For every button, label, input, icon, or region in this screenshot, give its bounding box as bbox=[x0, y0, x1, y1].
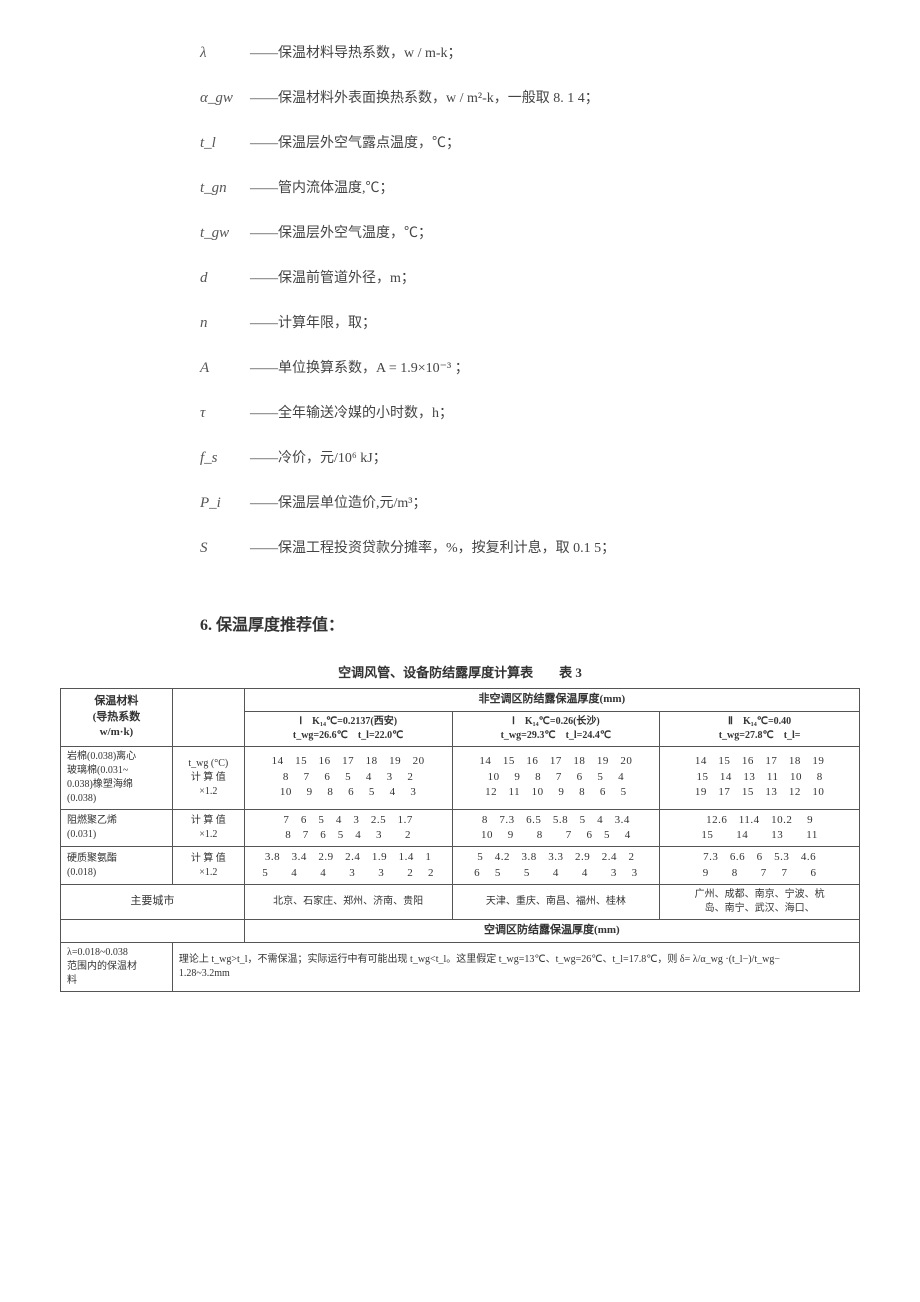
foot-text: 理论上 t_wg>t_l，不需保温；实际运行中有可能出现 t_wg<t_l。这里… bbox=[179, 953, 855, 967]
c3: 14 15 16 17 18 1915 14 13 11 10 819 17 1… bbox=[660, 746, 860, 809]
section-heading: 6. 保温厚度推荐值： bbox=[200, 612, 860, 641]
blank bbox=[61, 920, 245, 942]
desc: ——冷价，元/10⁶ kJ； bbox=[250, 446, 387, 471]
sym: n bbox=[200, 310, 250, 337]
l: 19 17 15 13 12 10 bbox=[664, 785, 855, 800]
h-col3: Ⅱ K₁₄℃=0.40 t_wg=27.8℃ t_l= bbox=[660, 711, 860, 746]
def-alpha-gw: α_gw——保温材料外表面换热系数，w / m²-k，一般取 8. 1 4； bbox=[200, 85, 860, 112]
l: 8 7 6 5 4 3 2 bbox=[249, 770, 448, 785]
def-Pi: P_i——保温层单位造价,元/m³； bbox=[200, 490, 860, 517]
def-fs: f_s——冷价，元/10⁶ kJ； bbox=[200, 445, 860, 472]
l: 15 14 13 11 10 8 bbox=[664, 770, 855, 785]
def-n: n——计算年限，取； bbox=[200, 310, 860, 337]
def-d: d——保温前管道外径，m； bbox=[200, 265, 860, 292]
desc: ——保温材料外表面换热系数，w / m²-k，一般取 8. 1 4； bbox=[250, 86, 599, 111]
table-row: 硬质聚氨酯 (0.018) 计 算 值 ×1.2 3.8 3.4 2.9 2.4… bbox=[61, 847, 860, 885]
l: 10 9 8 7 6 5 4 bbox=[457, 828, 656, 843]
desc: ——保温材料导热系数，w / m-k； bbox=[250, 41, 462, 66]
l: 5 4 4 3 3 2 2 bbox=[249, 866, 448, 881]
l: 10 9 8 6 5 4 3 bbox=[249, 785, 448, 800]
sym: P_i bbox=[200, 490, 250, 517]
h-col2: Ⅰ K₁₄℃=0.26(长沙) t_wg=29.3℃ t_l=24.4℃ bbox=[452, 711, 660, 746]
l: 3.8 3.4 2.9 2.4 1.9 1.4 1 bbox=[249, 850, 448, 865]
sym: S bbox=[200, 535, 250, 562]
table-row: 岩棉(0.038)离心 玻璃棉(0.031~ 0.038)橡塑海绵 (0.038… bbox=[61, 746, 860, 809]
def-S: S——保温工程投资贷款分摊率，%，按复利计息，取 0.1 5； bbox=[200, 535, 860, 562]
desc: ——全年输送冷媒的小时数，h； bbox=[250, 401, 453, 426]
label: t_wg (°C) 计 算 值 ×1.2 bbox=[172, 746, 244, 809]
foot-cell: 理论上 t_wg>t_l，不需保温；实际运行中有可能出现 t_wg<t_l。这里… bbox=[172, 942, 859, 991]
foot-mat: λ=0.018~0.038 范围内的保温材 料 bbox=[61, 942, 173, 991]
mat: 硬质聚氨酯 (0.018) bbox=[61, 847, 173, 885]
mat: 岩棉(0.038)离心 玻璃棉(0.031~ 0.038)橡塑海绵 (0.038… bbox=[61, 746, 173, 809]
table-title: 空调风管、设备防结露厚度计算表 表 3 bbox=[60, 661, 860, 684]
sym: f_s bbox=[200, 445, 250, 472]
c2: 8 7.3 6.5 5.8 5 4 3.410 9 8 7 6 5 4 bbox=[452, 809, 660, 847]
label: 计 算 值 ×1.2 bbox=[172, 809, 244, 847]
desc: ——保温层外空气露点温度，℃； bbox=[250, 131, 460, 156]
sym: τ bbox=[200, 400, 250, 427]
def-tau: τ——全年输送冷媒的小时数，h； bbox=[200, 400, 860, 427]
def-tgn: t_gn——管内流体温度,℃； bbox=[200, 175, 860, 202]
l: 8 7 6 5 4 3 2 bbox=[249, 828, 448, 843]
table-row: λ=0.018~0.038 范围内的保温材 料 理论上 t_wg>t_l，不需保… bbox=[61, 942, 860, 991]
c3: 7.3 6.6 6 5.3 4.69 8 7 7 6 bbox=[660, 847, 860, 885]
l: 5 4.2 3.8 3.3 2.9 2.4 2 bbox=[457, 850, 656, 865]
mat: 阻燃聚乙烯 (0.031) bbox=[61, 809, 173, 847]
h-nonac: 非空调区防结露保温厚度(mm) bbox=[244, 689, 859, 711]
l: 6 5 5 4 4 3 3 bbox=[457, 866, 656, 881]
cities-label: 主要城市 bbox=[61, 885, 245, 920]
table-row: 空调区防结露保温厚度(mm) bbox=[61, 920, 860, 942]
def-lambda: λ——保温材料导热系数，w / m-k； bbox=[200, 40, 860, 67]
l: 12 11 10 9 8 6 5 bbox=[457, 785, 656, 800]
h-blank bbox=[172, 689, 244, 746]
sym: A bbox=[200, 355, 250, 382]
symbol-definitions: λ——保温材料导热系数，w / m-k； α_gw——保温材料外表面换热系数，w… bbox=[200, 40, 860, 562]
def-tgw: t_gw——保温层外空气温度，℃； bbox=[200, 220, 860, 247]
l: 7.3 6.6 6 5.3 4.6 bbox=[664, 850, 855, 865]
table-row: 主要城市 北京、石家庄、郑州、济南、贵阳 天津、重庆、南昌、福州、桂林 广州、成… bbox=[61, 885, 860, 920]
c1: 7 6 5 4 3 2.5 1.78 7 6 5 4 3 2 bbox=[244, 809, 452, 847]
c3: 12.6 11.4 10.2 9 15 14 13 11 bbox=[660, 809, 860, 847]
l: 14 15 16 17 18 19 20 bbox=[249, 754, 448, 769]
desc: ——管内流体温度,℃； bbox=[250, 176, 394, 201]
cities-3: 广州、成都、南京、宁波、杭 岛、南宁、武汉、海口、 bbox=[660, 885, 860, 920]
sym: d bbox=[200, 265, 250, 292]
def-A: A——单位换算系数，A = 1.9×10⁻³ ； bbox=[200, 355, 860, 382]
l: 9 8 7 7 6 bbox=[664, 866, 855, 881]
l: 15 14 13 11 bbox=[664, 828, 855, 843]
def-tl: t_l——保温层外空气露点温度，℃； bbox=[200, 130, 860, 157]
c1: 14 15 16 17 18 19 208 7 6 5 4 3 210 9 8 … bbox=[244, 746, 452, 809]
h-material: 保温材料 (导热系数 w/m·k) bbox=[61, 689, 173, 746]
c2: 14 15 16 17 18 19 2010 9 8 7 6 5 412 11 … bbox=[452, 746, 660, 809]
c1: 3.8 3.4 2.9 2.4 1.9 1.4 15 4 4 3 3 2 2 bbox=[244, 847, 452, 885]
l: 7 6 5 4 3 2.5 1.7 bbox=[249, 813, 448, 828]
desc: ——保温前管道外径，m； bbox=[250, 266, 415, 291]
label: 计 算 值 ×1.2 bbox=[172, 847, 244, 885]
sym: t_gn bbox=[200, 175, 250, 202]
insulation-table: 保温材料 (导热系数 w/m·k) 非空调区防结露保温厚度(mm) Ⅰ K₁₄℃… bbox=[60, 688, 860, 991]
desc: ——单位换算系数，A = 1.9×10⁻³ ； bbox=[250, 356, 469, 381]
cities-1: 北京、石家庄、郑州、济南、贵阳 bbox=[244, 885, 452, 920]
l: 10 9 8 7 6 5 4 bbox=[457, 770, 656, 785]
sym: t_gw bbox=[200, 220, 250, 247]
h-ac: 空调区防结露保温厚度(mm) bbox=[244, 920, 859, 942]
table-row: 保温材料 (导热系数 w/m·k) 非空调区防结露保温厚度(mm) bbox=[61, 689, 860, 711]
l: 14 15 16 17 18 19 20 bbox=[457, 754, 656, 769]
desc: ——保温层外空气温度，℃； bbox=[250, 221, 432, 246]
sym: α_gw bbox=[200, 85, 250, 112]
h-col1: Ⅰ K₁₄℃=0.2137(西安) t_wg=26.6℃ t_l=22.0℃ bbox=[244, 711, 452, 746]
foot-val: 1.28~3.2mm bbox=[179, 967, 855, 981]
cities-2: 天津、重庆、南昌、福州、桂林 bbox=[452, 885, 660, 920]
l: 8 7.3 6.5 5.8 5 4 3.4 bbox=[457, 813, 656, 828]
desc: ——保温工程投资贷款分摊率，%，按复利计息，取 0.1 5； bbox=[250, 536, 615, 561]
c2: 5 4.2 3.8 3.3 2.9 2.4 26 5 5 4 4 3 3 bbox=[452, 847, 660, 885]
l: 12.6 11.4 10.2 9 bbox=[664, 813, 855, 828]
desc: ——计算年限，取； bbox=[250, 311, 376, 336]
desc: ——保温层单位造价,元/m³； bbox=[250, 491, 426, 516]
sym: λ bbox=[200, 40, 250, 67]
sym: t_l bbox=[200, 130, 250, 157]
l: 14 15 16 17 18 19 bbox=[664, 754, 855, 769]
table-row: 阻燃聚乙烯 (0.031) 计 算 值 ×1.2 7 6 5 4 3 2.5 1… bbox=[61, 809, 860, 847]
